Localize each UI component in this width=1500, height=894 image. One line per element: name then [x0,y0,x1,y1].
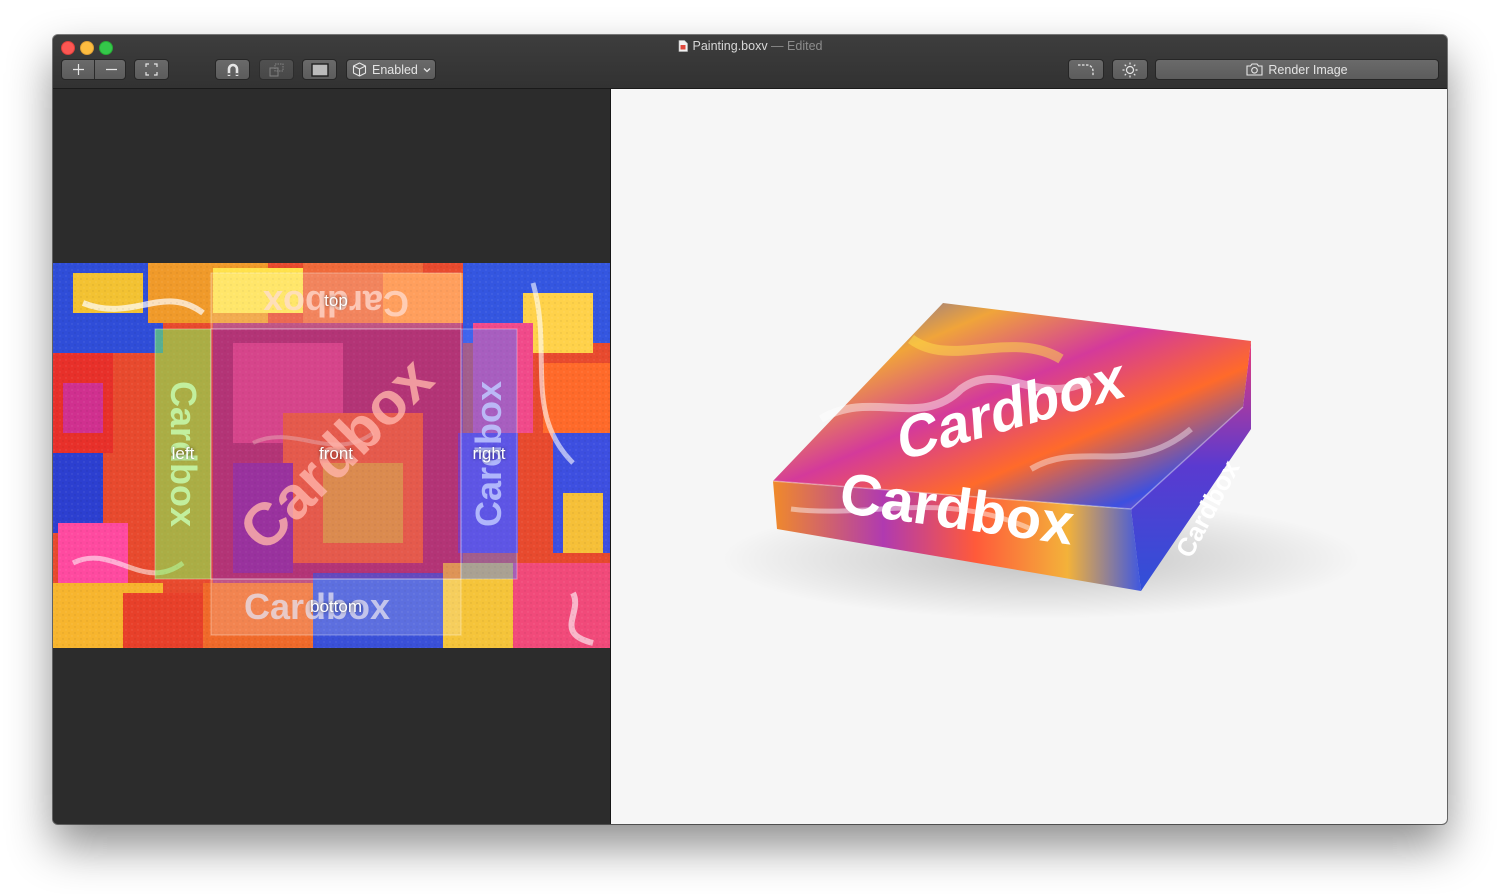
app-window: Painting.boxv — Edited Enabled Render Im… [53,35,1447,824]
zoom-segmented-control [61,59,126,80]
camera-icon [1246,63,1263,76]
face-label-left: left [171,444,195,463]
document-icon [678,40,688,52]
frame-button[interactable] [302,59,337,80]
window-title: Painting.boxv — Edited [53,38,1447,54]
title-bar: Painting.boxv — Edited Enabled Render Im… [53,35,1447,89]
minus-icon [105,68,117,71]
document-name: Painting.boxv [692,39,768,53]
magnet-button[interactable] [215,59,250,80]
face-label-top: top [324,291,348,310]
mode-dropdown-value: Enabled [372,62,418,77]
preview-pane[interactable]: Cardbox Cardbox Cardbox [611,89,1447,824]
rounded-corner-button[interactable] [1068,59,1104,80]
arrange-button[interactable] [259,59,294,80]
mode-dropdown[interactable]: Enabled [346,59,436,80]
render-image-button[interactable]: Render Image [1155,59,1439,80]
fit-to-window-button[interactable] [134,59,169,80]
zoom-in-button[interactable] [62,60,94,79]
plus-icon [72,64,84,75]
rounded-corner-icon [1078,63,1094,76]
texture-canvas[interactable]: Cardbox Cardbox Cardbox Cardbox Cardbox … [53,263,610,648]
chevron-down-icon [423,67,431,72]
frame-icon [310,62,329,77]
texture-editor-pane[interactable]: Cardbox Cardbox Cardbox Cardbox Cardbox … [53,89,610,824]
magnet-icon [227,63,238,76]
arrange-icon [269,63,283,76]
face-label-right: right [472,444,506,463]
box-preview-render [721,303,1361,619]
document-status: Edited [787,39,823,53]
lighting-button[interactable] [1112,59,1148,80]
render-image-label: Render Image [1268,62,1348,77]
sun-icon [1122,62,1138,77]
face-label-front: front [318,444,354,463]
title-separator: — [767,39,788,53]
face-label-bottom: bottom [310,597,362,616]
fit-icon [145,63,158,76]
zoom-out-button[interactable] [95,60,127,79]
workspace: Cardbox Cardbox Cardbox Cardbox Cardbox … [53,89,1447,824]
box-icon [352,62,367,77]
